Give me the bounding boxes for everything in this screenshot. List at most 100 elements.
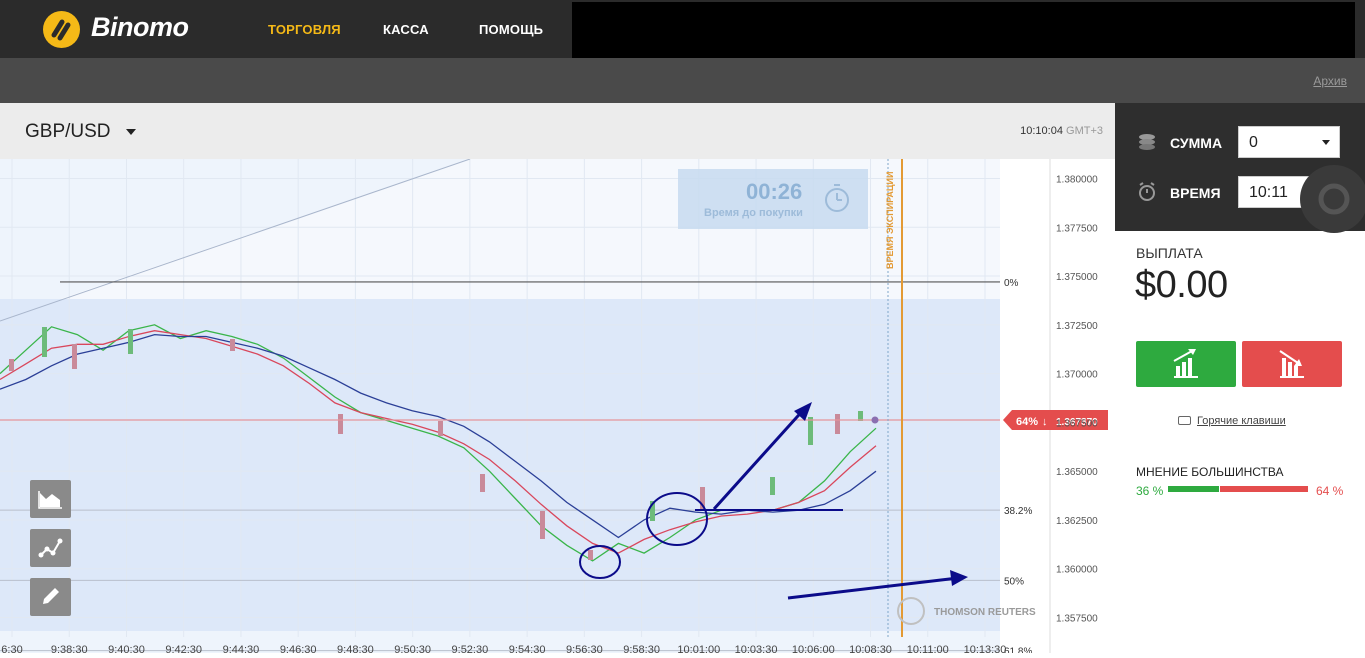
candle: [835, 414, 840, 434]
candle: [770, 477, 775, 495]
x-tick-label: 10:13:30: [964, 644, 1007, 653]
keyboard-icon: [1178, 416, 1191, 425]
price-tag-percent: 64%: [1016, 416, 1038, 428]
x-tick-label: 9:54:30: [509, 644, 546, 653]
x-tick-label: 10:08:30: [849, 644, 892, 653]
y-tick-label: 1.357500: [1056, 613, 1098, 624]
indicators-icon: [38, 538, 63, 558]
timer-value: 00:26: [746, 179, 803, 204]
candle: [128, 329, 133, 354]
majority-up-bar: [1168, 486, 1219, 492]
archive-link[interactable]: Архив: [1313, 74, 1347, 88]
draw-button[interactable]: [30, 578, 71, 616]
x-tick-label: 10:06:00: [792, 644, 835, 653]
chevron-down-icon: [1322, 140, 1330, 145]
x-tick-label: 9:44:30: [223, 644, 260, 653]
x-tick-label: 9:58:30: [623, 644, 660, 653]
hotkeys-link[interactable]: Горячие клавиши: [1197, 415, 1286, 427]
y-tick-label: 1.380000: [1056, 175, 1098, 186]
x-tick-label: 9:48:30: [337, 644, 374, 653]
candle: [72, 344, 77, 369]
candle: [9, 359, 14, 371]
nav-help[interactable]: ПОМОЩЬ: [479, 22, 543, 37]
pencil-icon: [43, 588, 59, 604]
clock-time: 10:10:04: [1020, 125, 1063, 137]
area-chart-icon: [38, 491, 62, 509]
candle: [540, 511, 545, 539]
x-tick-label: 10:03:30: [735, 644, 778, 653]
candle: [438, 421, 443, 436]
candle: [338, 414, 343, 434]
chart-header: [0, 103, 1115, 159]
fib-label: 38.2%: [1004, 506, 1032, 517]
x-tick-label: 10:01:00: [677, 644, 720, 653]
x-tick-label: 10:11:00: [907, 644, 949, 653]
y-tick-label: 1.372500: [1056, 321, 1098, 332]
x-tick-label: 9:38:30: [51, 644, 88, 653]
header-banner: [572, 2, 1355, 58]
chart-type-button[interactable]: [30, 480, 71, 518]
candle: [230, 339, 235, 351]
price-chart[interactable]: 0% 38.2% 50% 61.8% 64% ↓ 1.367870 ВРЕМЯ …: [0, 158, 1115, 658]
watermark-text: THOMSON REUTERS: [934, 607, 1036, 618]
majority-down-percent: 64 %: [1316, 484, 1344, 498]
candle: [480, 474, 485, 492]
sub-bar: [0, 58, 1365, 103]
indicators-button[interactable]: [30, 529, 71, 567]
coins-icon: [1136, 133, 1158, 156]
fib-label: 50%: [1004, 576, 1024, 587]
x-tick-label: 9:42:30: [165, 644, 202, 653]
y-tick-label: 1.360000: [1056, 565, 1098, 576]
gear-icon: [1318, 183, 1350, 215]
call-up-button[interactable]: [1136, 341, 1236, 387]
x-tick-label: 9:40:30: [108, 644, 145, 653]
alarm-clock-icon: [1137, 182, 1157, 207]
majority-down-bar: [1220, 486, 1308, 492]
amount-label: СУММА: [1170, 135, 1223, 151]
put-down-button[interactable]: [1242, 341, 1342, 387]
fib-label: 0%: [1004, 278, 1019, 289]
y-tick-label: 1.367500: [1056, 418, 1098, 429]
clock-timezone: GMT+3: [1066, 125, 1103, 137]
price-tag-arrow: ↓: [1042, 416, 1048, 428]
time-value: 10:11: [1249, 184, 1288, 201]
nav-trading[interactable]: ТОРГОВЛЯ: [268, 22, 341, 37]
candle: [808, 417, 813, 445]
brand-name[interactable]: Binomo: [91, 12, 189, 43]
last-price-dot: [871, 416, 879, 424]
amount-select[interactable]: 0: [1238, 126, 1340, 158]
y-tick-label: 1.362500: [1056, 516, 1098, 527]
chart-svg[interactable]: 0%38.2%50%61.8% 64% ↓ 1.367870 ВРЕМЯ ЭКС…: [0, 158, 1115, 658]
x-tick-label: 9:52:30: [452, 644, 489, 653]
y-tick-label: 1.365000: [1056, 467, 1098, 478]
fib-zone: [0, 299, 1000, 631]
binomo-logo-icon[interactable]: [43, 11, 80, 48]
y-tick-label: 1.370000: [1056, 370, 1098, 381]
x-tick-label: 9:50:30: [394, 644, 431, 653]
fib-label: 61.8%: [1004, 647, 1032, 653]
logo-mark-icon: [51, 19, 71, 41]
expiry-label: ВРЕМЯ ЭКСПИРАЦИИ: [885, 172, 895, 269]
y-tick-label: 1.375000: [1056, 272, 1098, 283]
x-tick-label: 9:46:30: [280, 644, 317, 653]
majority-opinion-label: МНЕНИЕ БОЛЬШИНСТВА: [1136, 465, 1284, 479]
server-clock: 10:10:04 GMT+3: [1020, 125, 1103, 137]
y-tick-label: 1.377500: [1056, 223, 1098, 234]
x-tick-label: 6:30: [1, 644, 22, 653]
nav-cashier[interactable]: КАССА: [383, 22, 429, 37]
stopwatch-icon: [825, 184, 849, 212]
chevron-down-icon[interactable]: [126, 129, 136, 135]
timer-label: Время до покупки: [704, 207, 803, 219]
time-label: ВРЕМЯ: [1170, 185, 1221, 201]
amount-value: 0: [1249, 134, 1258, 151]
payout-label: ВЫПЛАТА: [1136, 245, 1203, 261]
trend-down-icon: [1279, 350, 1304, 378]
asset-pair-selector[interactable]: GBP/USD: [25, 121, 111, 143]
x-tick-label: 9:56:30: [566, 644, 603, 653]
trend-up-icon: [1173, 349, 1198, 378]
settings-button[interactable]: [1300, 165, 1365, 233]
candle: [588, 550, 593, 560]
payout-value: $0.00: [1135, 264, 1228, 306]
candle: [42, 327, 47, 357]
majority-up-percent: 36 %: [1136, 484, 1164, 498]
